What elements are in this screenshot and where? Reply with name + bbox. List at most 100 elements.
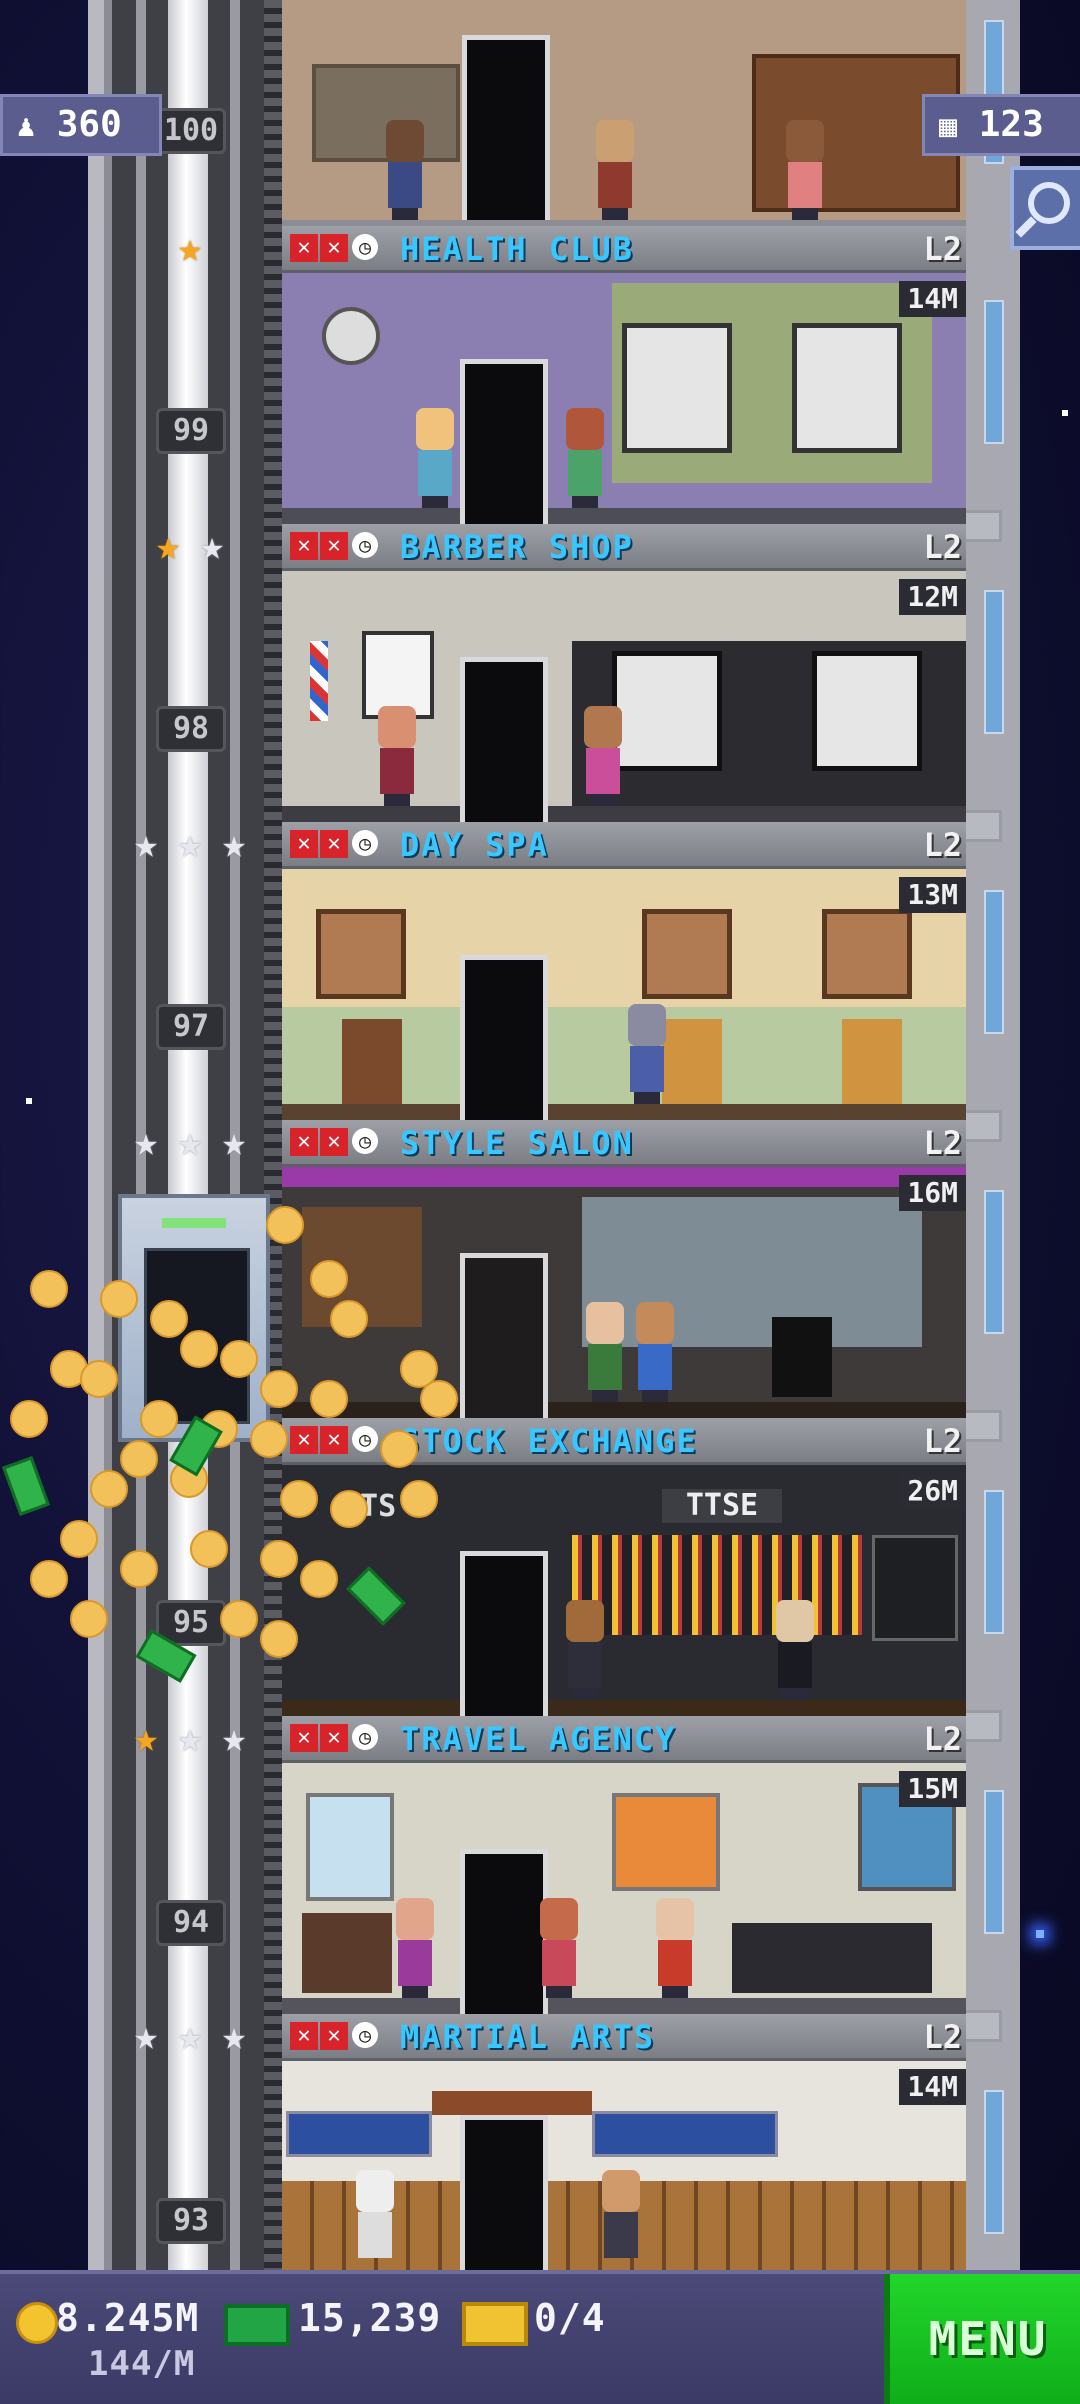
floor-level: L2 <box>923 826 962 864</box>
coins-value: 8.245M <box>56 2296 200 2340</box>
search-icon <box>1028 182 1070 224</box>
background-star <box>26 1098 32 1104</box>
floor-barber-shop[interactable]: ✕ ✕ ◷ BARBER SHOP L2 12M <box>282 524 966 822</box>
bottom-bar: 8.245M 144/M 15,239 0/4 MENU <box>0 2270 1080 2404</box>
floor-stock-exchange[interactable]: ✕ ✕ ◷ STOCK EXCHANGE L2 26M TTS TTSE <box>282 1418 966 1716</box>
floor-label-bar: ✕ ✕ ◷ STOCK EXCHANGE L2 <box>282 1418 966 1465</box>
floor-number-95: 95 <box>156 1600 226 1646</box>
elevator-shaft[interactable]: 100 ★ 99 ★ ★ 98 ★ ★ ★ 97 ★ ★ ★ 95 ★ ★ ★ … <box>112 0 264 2270</box>
floor-number-93: 93 <box>156 2198 226 2244</box>
floor-number-97: 97 <box>156 1004 226 1050</box>
floor-name: DAY SPA <box>400 826 549 864</box>
floor-level: L2 <box>923 230 962 268</box>
stock-sign: TTSE <box>662 1489 782 1523</box>
search-button[interactable] <box>1010 166 1080 250</box>
floors-counter[interactable]: ▦ 123 <box>922 94 1080 156</box>
floor-number-94: 94 <box>156 1900 226 1946</box>
elevator-car[interactable] <box>118 1194 270 1442</box>
floor-level: L2 <box>923 1124 962 1162</box>
star-icon: ★ <box>133 821 159 867</box>
star-icon: ★ <box>133 1715 159 1761</box>
status-x-icon: ✕ <box>320 532 348 560</box>
floor-label-bar: ✕ ✕ ◷ DAY SPA L2 <box>282 822 966 869</box>
coin-icon <box>16 2302 58 2344</box>
floor-level: L2 <box>923 1720 962 1758</box>
menu-button[interactable]: MENU <box>884 2274 1080 2404</box>
floor-name: TRAVEL AGENCY <box>400 1720 677 1758</box>
floor-label-bar: ✕ ✕ ◷ STYLE SALON L2 <box>282 1120 966 1167</box>
floor-room: 14M <box>282 273 966 524</box>
floor-label-bar: ✕ ✕ ◷ HEALTH CLUB L2 <box>282 226 966 273</box>
tower-right-wall <box>958 0 1020 2270</box>
floor-population: 14M <box>899 2069 966 2105</box>
floor-style-salon[interactable]: ✕ ✕ ◷ STYLE SALON L2 16M <box>282 1120 966 1418</box>
status-x-icon: ✕ <box>290 1426 318 1454</box>
floor-stars-99: ★ <box>120 228 260 272</box>
floor-martial-arts[interactable]: ✕ ✕ ◷ MARTIAL ARTS L2 14M <box>282 2014 966 2270</box>
status-x-icon: ✕ <box>290 532 318 560</box>
status-x-icon: ✕ <box>320 1128 348 1156</box>
population-icon: ♟ <box>17 109 36 144</box>
floor-number-98: 98 <box>156 706 226 752</box>
floor-room: 14M <box>282 2061 966 2270</box>
star-icon: ★ <box>221 2013 247 2059</box>
floor-label-bar: ✕ ✕ ◷ TRAVEL AGENCY L2 <box>282 1716 966 1763</box>
floors-value: 123 <box>978 104 1044 145</box>
star-icon: ★ <box>177 821 203 867</box>
status-x-icon: ✕ <box>290 830 318 858</box>
bux-value[interactable]: 15,239 <box>298 2296 441 2340</box>
bux-icon <box>224 2304 290 2346</box>
floor-label-bar: ✕ ✕ ◷ BARBER SHOP L2 <box>282 524 966 571</box>
star-icon: ★ <box>133 2013 159 2059</box>
floor-100[interactable] <box>282 0 966 220</box>
star-icon: ★ <box>177 225 203 271</box>
star-icon: ★ <box>177 1715 203 1761</box>
background-star <box>1036 1930 1044 1938</box>
clock-icon: ◷ <box>352 532 378 558</box>
star-icon: ★ <box>221 821 247 867</box>
population-value: 360 <box>56 104 122 145</box>
ticket-icon <box>462 2302 528 2346</box>
floors-icon: ▦ <box>939 109 958 144</box>
stairwell-ladder <box>264 0 282 2270</box>
floor-level: L2 <box>923 2018 962 2056</box>
clock-icon: ◷ <box>352 1128 378 1154</box>
floor-name: STYLE SALON <box>400 1124 634 1162</box>
clock-icon: ◷ <box>352 2022 378 2048</box>
star-icon: ★ <box>177 2013 203 2059</box>
floor-room: 13M <box>282 869 966 1120</box>
star-icon: ★ <box>221 1715 247 1761</box>
clock-icon: ◷ <box>352 234 378 260</box>
floor-stars-93: ★ ★ ★ <box>120 2016 260 2060</box>
floor-room <box>282 0 966 220</box>
clock-icon: ◷ <box>352 1724 378 1750</box>
floor-label-bar: ✕ ✕ ◷ MARTIAL ARTS L2 <box>282 2014 966 2061</box>
star-icon: ★ <box>155 523 181 569</box>
floor-stars-97: ★ ★ ★ <box>120 824 260 868</box>
status-x-icon: ✕ <box>290 1128 318 1156</box>
floor-level: L2 <box>923 1422 962 1460</box>
floor-population: 13M <box>899 877 966 913</box>
status-x-icon: ✕ <box>290 1724 318 1752</box>
floor-room: 26M TTS TTSE <box>282 1465 966 1716</box>
floor-population: 14M <box>899 281 966 317</box>
floor-stars-94: ★ ★ ★ <box>120 1718 260 1762</box>
floor-health-club[interactable]: ✕ ✕ ◷ HEALTH CLUB L2 14M <box>282 226 966 524</box>
status-x-icon: ✕ <box>320 1724 348 1752</box>
floor-room: 16M <box>282 1167 966 1418</box>
floor-population: 26M <box>899 1473 966 1509</box>
floor-travel-agency[interactable]: ✕ ✕ ◷ TRAVEL AGENCY L2 15M <box>282 1716 966 2014</box>
tickets-value[interactable]: 0/4 <box>534 2296 606 2340</box>
status-x-icon: ✕ <box>290 2022 318 2050</box>
floor-name: BARBER SHOP <box>400 528 634 566</box>
floor-name: STOCK EXCHANGE <box>400 1422 698 1460</box>
floor-day-spa[interactable]: ✕ ✕ ◷ DAY SPA L2 13M <box>282 822 966 1120</box>
status-x-icon: ✕ <box>290 234 318 262</box>
star-icon: ★ <box>199 523 225 569</box>
background-star <box>1062 410 1068 416</box>
population-counter[interactable]: ♟ 360 <box>0 94 162 156</box>
floor-name: MARTIAL ARTS <box>400 2018 656 2056</box>
floor-room: 12M <box>282 571 966 822</box>
floor-population: 15M <box>899 1771 966 1807</box>
status-x-icon: ✕ <box>320 1426 348 1454</box>
